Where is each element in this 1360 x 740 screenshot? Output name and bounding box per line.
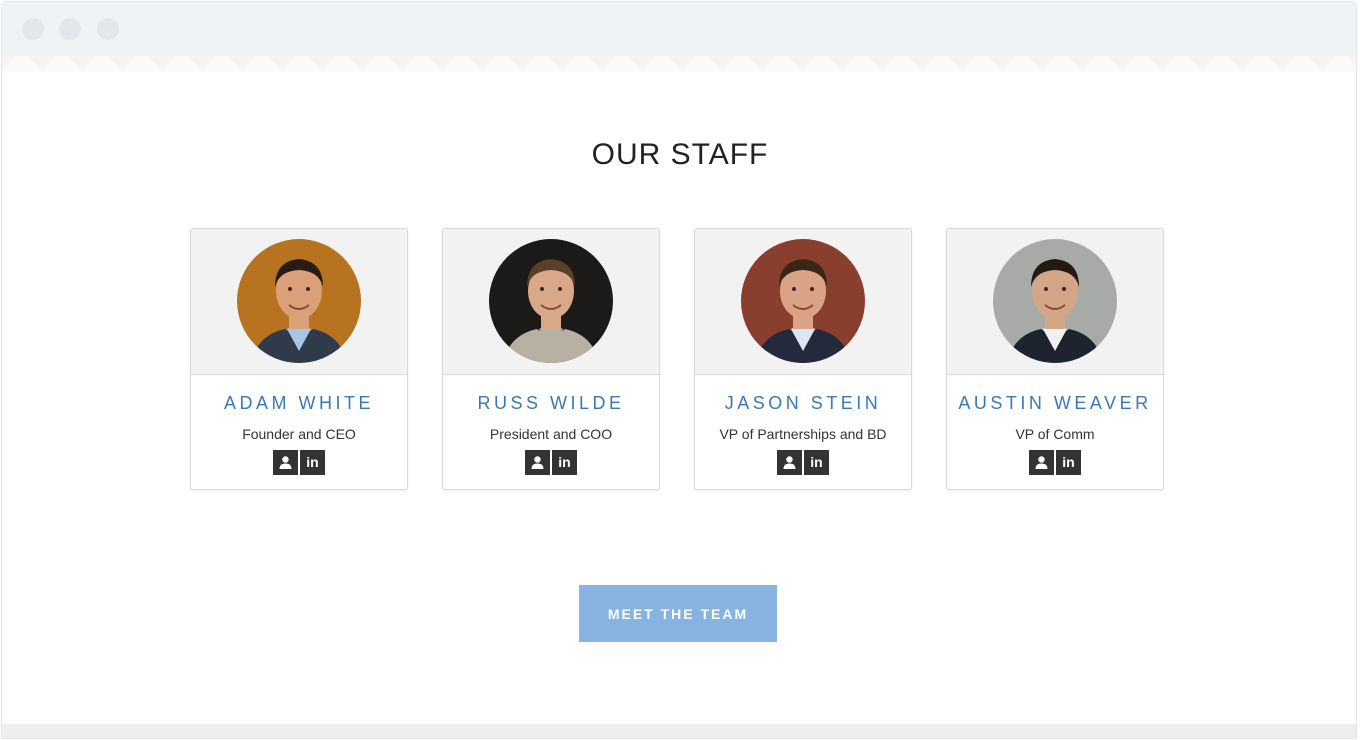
staff-photo-area (695, 229, 911, 375)
staff-name: RUSS WILDE (477, 393, 625, 413)
profile-button[interactable] (273, 450, 298, 475)
window-maximize-dot[interactable] (97, 18, 119, 40)
staff-photo-area (443, 229, 659, 375)
staff-role: President and COO (489, 426, 613, 442)
window-minimize-dot[interactable] (59, 18, 81, 40)
staff-photo (489, 239, 613, 363)
staff-photo-area (947, 229, 1163, 375)
staff-photo (993, 239, 1117, 363)
linkedin-button[interactable]: in (552, 450, 577, 475)
linkedin-icon: in (306, 454, 319, 470)
staff-avatar[interactable] (741, 239, 865, 363)
staff-role: Founder and CEO (242, 426, 356, 442)
staff-name: ADAM WHITE (224, 393, 374, 413)
linkedin-button[interactable]: in (1056, 450, 1081, 475)
user-icon (1035, 456, 1048, 469)
section-title: OUR STAFF (591, 138, 769, 172)
social-links: in (947, 450, 1163, 475)
staff-card: RUSS WILDE President and COO in (442, 228, 660, 490)
social-links: in (695, 450, 911, 475)
staff-photo-area (191, 229, 407, 375)
staff-role: VP of Comm (1015, 426, 1095, 442)
staff-avatar[interactable] (993, 239, 1117, 363)
user-icon (783, 456, 796, 469)
profile-button[interactable] (777, 450, 802, 475)
linkedin-button[interactable]: in (804, 450, 829, 475)
footer-strip (2, 724, 1356, 738)
window-titlebar (2, 2, 1356, 57)
staff-name: JASON STEIN (724, 393, 882, 413)
staff-card: AUSTIN WEAVER VP of Comm in (946, 228, 1164, 490)
staff-avatar[interactable] (489, 239, 613, 363)
social-links: in (191, 450, 407, 475)
profile-button[interactable] (1029, 450, 1054, 475)
staff-photo (237, 239, 361, 363)
profile-button[interactable] (525, 450, 550, 475)
staff-avatar[interactable] (237, 239, 361, 363)
linkedin-icon: in (810, 454, 823, 470)
header-pattern (2, 56, 1356, 72)
window-close-dot[interactable] (22, 18, 44, 40)
staff-photo (741, 239, 865, 363)
user-icon (531, 456, 544, 469)
meet-the-team-button[interactable]: MEET THE TEAM (579, 585, 777, 642)
staff-cards: ADAM WHITE Founder and CEO in RUSS WILDE… (190, 228, 1170, 493)
staff-card: JASON STEIN VP of Partnerships and BD in (694, 228, 912, 490)
linkedin-icon: in (558, 454, 571, 470)
social-links: in (443, 450, 659, 475)
staff-name: AUSTIN WEAVER (958, 393, 1152, 413)
linkedin-button[interactable]: in (300, 450, 325, 475)
staff-card: ADAM WHITE Founder and CEO in (190, 228, 408, 490)
user-icon (279, 456, 292, 469)
linkedin-icon: in (1062, 454, 1075, 470)
staff-role: VP of Partnerships and BD (719, 426, 887, 442)
